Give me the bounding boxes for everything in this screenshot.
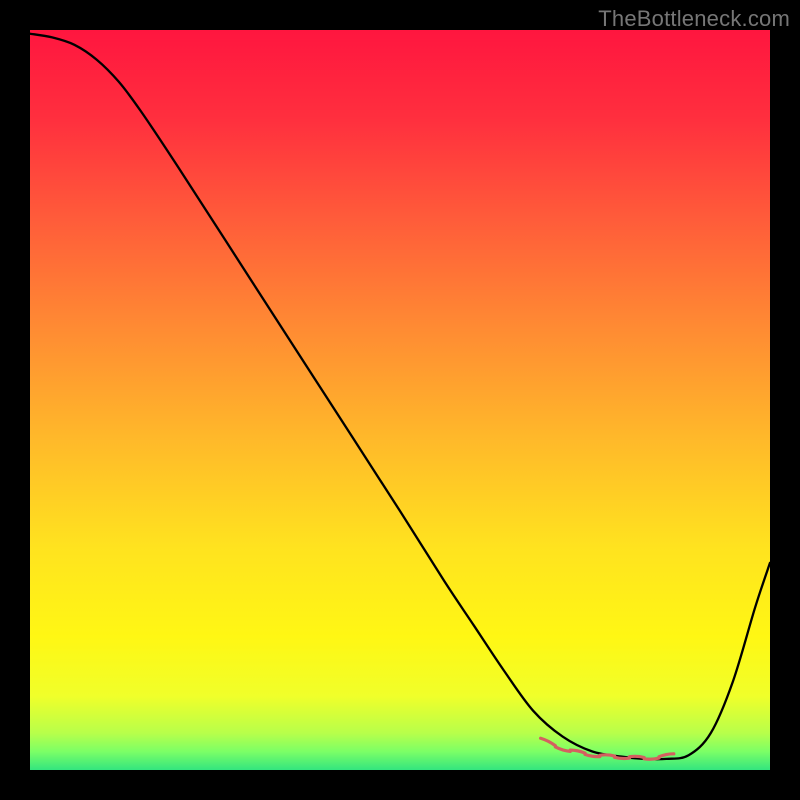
- watermark: TheBottleneck.com: [598, 6, 790, 32]
- bottleneck-chart: [30, 30, 770, 770]
- chart-background-gradient: [30, 30, 770, 770]
- chart-frame: { "watermark": "TheBottleneck.com", "cha…: [0, 0, 800, 800]
